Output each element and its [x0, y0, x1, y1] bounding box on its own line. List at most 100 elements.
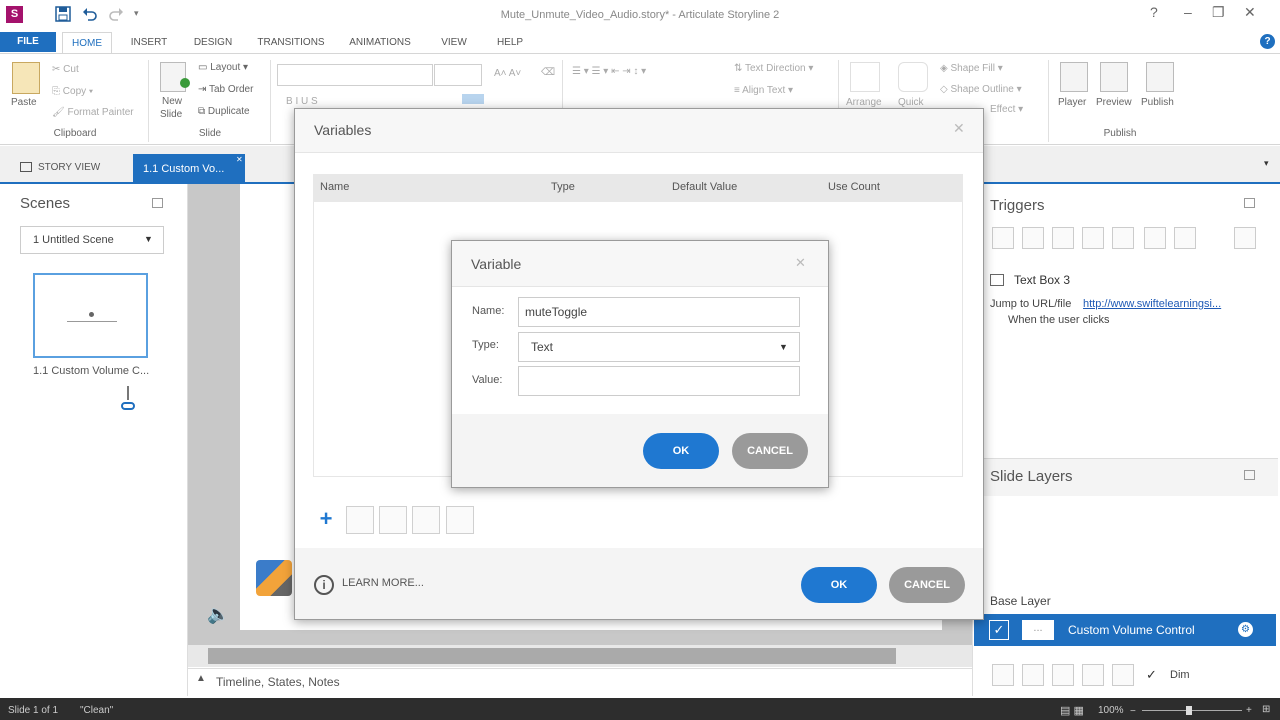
zoom-slider[interactable] [1142, 710, 1242, 711]
publish-icon[interactable] [1146, 62, 1174, 92]
paste-variable-icon[interactable] [412, 506, 440, 534]
quick-styles-label[interactable]: Quick [898, 97, 924, 108]
panel-float-icon[interactable] [1244, 198, 1255, 208]
volume-icon[interactable]: 🔈 [207, 604, 229, 625]
delete-variable-icon[interactable] [446, 506, 474, 534]
story-view-tab[interactable]: STORY VIEW [20, 154, 100, 182]
add-variable-icon[interactable]: + [312, 506, 340, 534]
column-header-default-value[interactable]: Default Value [672, 181, 737, 193]
quick-styles-icon[interactable] [898, 62, 928, 92]
gear-icon[interactable]: ⚙ [1238, 622, 1253, 637]
variables-cancel-button[interactable]: CANCEL [889, 567, 965, 603]
variables-icon[interactable] [1234, 227, 1256, 249]
font-family-select[interactable] [277, 64, 433, 86]
tab-view[interactable]: VIEW [432, 32, 476, 54]
trigger-object-name[interactable]: Text Box 3 [1014, 273, 1070, 287]
player-icon[interactable] [1060, 62, 1088, 92]
ribbon-collapse-icon[interactable]: ▾ [1264, 158, 1269, 169]
tab-help[interactable]: HELP [488, 32, 532, 54]
close-icon[interactable]: ✕ [795, 255, 806, 271]
link-icon[interactable] [121, 402, 135, 410]
slide-tab[interactable]: 1.1 Custom Vo... [133, 154, 245, 184]
tab-animations[interactable]: ANIMATIONS [340, 32, 420, 54]
zoom-out-icon[interactable]: − [1130, 706, 1136, 717]
shape-outline-button[interactable]: ◇ Shape Outline ▾ [940, 84, 1022, 95]
font-size-select[interactable] [434, 64, 482, 86]
preview-icon[interactable] [1100, 62, 1128, 92]
preview-button-label[interactable]: Preview [1096, 97, 1132, 108]
minimize-button[interactable]: – [1184, 4, 1192, 20]
layer-properties-icon[interactable] [1022, 664, 1044, 686]
layer-name[interactable]: Custom Volume Control [1068, 623, 1195, 637]
publish-button-label[interactable]: Publish [1141, 97, 1174, 108]
scene-dropdown[interactable]: 1 Untitled Scene [20, 226, 164, 254]
variable-cancel-button[interactable]: CANCEL [732, 433, 808, 469]
file-tab[interactable]: FILE [0, 32, 56, 52]
column-header-type[interactable]: Type [551, 181, 575, 193]
zoom-slider-thumb[interactable] [1186, 706, 1192, 715]
timeline-expand-icon[interactable]: ▲ [196, 673, 206, 684]
copy-variable-icon[interactable] [379, 506, 407, 534]
trigger-condition[interactable]: When the user clicks [1008, 314, 1109, 326]
column-header-use-count[interactable]: Use Count [828, 181, 880, 193]
tab-transitions[interactable]: TRANSITIONS [250, 32, 332, 54]
paste-icon[interactable] [12, 62, 40, 94]
arrange-icon[interactable] [850, 62, 880, 92]
layout-button[interactable]: ▭ Layout ▾ [198, 62, 248, 73]
learn-more-link[interactable]: LEARN MORE... [342, 577, 424, 589]
move-up-icon[interactable] [1144, 227, 1166, 249]
layer-visible-checkbox[interactable]: ✓ [989, 620, 1009, 640]
variable-ok-button[interactable]: OK [643, 433, 719, 469]
paste-trigger-icon[interactable] [1082, 227, 1104, 249]
format-painter-button[interactable]: 🖌 Format Painter [52, 107, 134, 118]
new-slide-label-1[interactable]: New [162, 96, 182, 107]
trigger-url-link[interactable]: http://www.swiftelearningsi... [1083, 298, 1221, 310]
variable-type-select[interactable]: Text [518, 332, 800, 362]
variable-name-input[interactable]: muteToggle [518, 297, 800, 327]
close-tab-icon[interactable]: ✕ [236, 155, 243, 164]
copy-layer-icon[interactable] [1052, 664, 1074, 686]
paste-button-label[interactable]: Paste [11, 97, 37, 108]
timeline-label[interactable]: Timeline, States, Notes [216, 675, 340, 689]
close-icon[interactable]: ✕ [953, 120, 965, 137]
tab-order-button[interactable]: ⇥ Tab Order [198, 84, 253, 95]
new-layer-icon[interactable] [992, 664, 1014, 686]
panel-float-icon[interactable] [152, 198, 163, 208]
duplicate-button[interactable]: ⧉ Duplicate [198, 106, 250, 117]
paste-layer-icon[interactable] [1082, 664, 1104, 686]
restore-button[interactable]: ❐ [1212, 4, 1225, 21]
font-style-icons[interactable]: B I U S [286, 96, 318, 107]
tab-insert[interactable]: INSERT [122, 32, 176, 54]
tab-design[interactable]: DESIGN [186, 32, 240, 54]
close-window-button[interactable]: ✕ [1244, 4, 1256, 21]
zoom-in-icon[interactable]: + [1246, 705, 1252, 716]
bullets-icon[interactable]: ☰ ▾ ☰ ▾ ⇤ ⇥ ↕ ▾ [572, 66, 646, 77]
panel-float-icon[interactable] [1244, 470, 1255, 480]
new-trigger-icon[interactable] [992, 227, 1014, 249]
clear-format-icon[interactable]: ⌫ [541, 67, 555, 78]
align-text-button[interactable]: ≡ Align Text ▾ [734, 85, 793, 96]
move-down-icon[interactable] [1174, 227, 1196, 249]
copy-trigger-icon[interactable] [1052, 227, 1074, 249]
fit-window-icon[interactable]: ⊞ [1262, 704, 1270, 715]
variables-ok-button[interactable]: OK [801, 567, 877, 603]
highlight-color-icon[interactable] [462, 94, 484, 104]
text-direction-button[interactable]: ⇅ Text Direction ▾ [734, 63, 813, 74]
variable-value-input[interactable] [518, 366, 800, 396]
grow-font-icon[interactable]: A˄ A˅ [494, 68, 521, 79]
view-mode-icons[interactable]: ▤ ▦ [1060, 704, 1084, 717]
dim-checkbox[interactable]: ✓ [1146, 667, 1157, 683]
scrollbar-thumb[interactable] [208, 648, 896, 664]
cut-button[interactable]: ✂ Cut [52, 64, 79, 75]
help-icon[interactable]: ? [1260, 34, 1275, 49]
trigger-action[interactable]: Jump to URL/file [990, 298, 1071, 310]
new-slide-label-2[interactable]: Slide [160, 109, 182, 120]
column-header-name[interactable]: Name [320, 181, 349, 193]
shape-effect-button[interactable]: Effect ▾ [990, 104, 1023, 115]
slide-thumbnail[interactable] [33, 273, 148, 358]
copy-button[interactable]: ⎘ Copy ▾ [52, 86, 93, 97]
delete-trigger-icon[interactable] [1112, 227, 1134, 249]
delete-layer-icon[interactable] [1112, 664, 1134, 686]
tab-home[interactable]: HOME [62, 32, 112, 54]
edit-variable-icon[interactable] [346, 506, 374, 534]
